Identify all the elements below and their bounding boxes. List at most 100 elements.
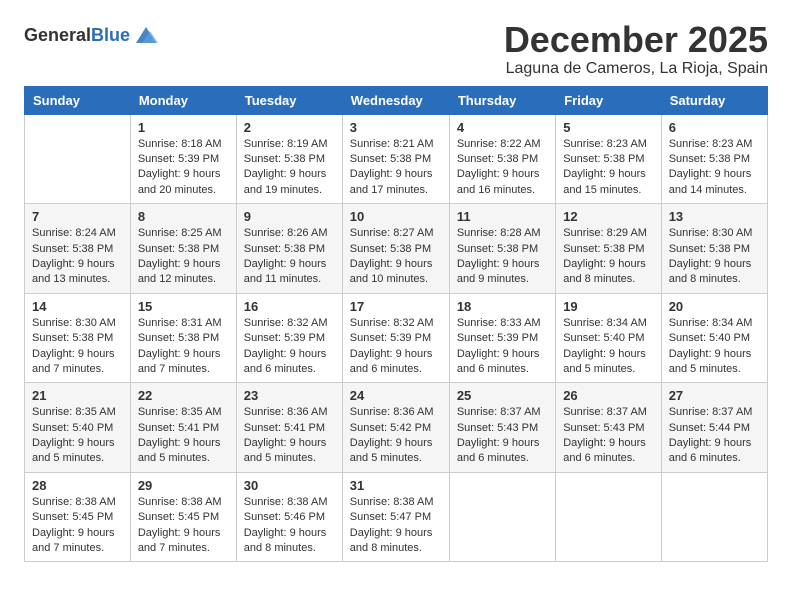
day-number: 10 [350, 209, 442, 224]
calendar-cell: 19 Sunrise: 8:34 AMSunset: 5:40 PMDayligh… [556, 293, 662, 383]
day-number: 11 [457, 209, 548, 224]
cell-info: Sunrise: 8:27 AMSunset: 5:38 PMDaylight:… [350, 226, 442, 288]
cell-info: Sunrise: 8:36 AMSunset: 5:41 PMDaylight:… [244, 405, 335, 467]
day-number: 25 [457, 388, 548, 403]
cell-info: Sunrise: 8:34 AMSunset: 5:40 PMDaylight:… [563, 316, 654, 378]
day-number: 13 [669, 209, 760, 224]
cell-info: Sunrise: 8:26 AMSunset: 5:38 PMDaylight:… [244, 226, 335, 288]
calendar-cell: 22Sunrise: 8:35 AMSunset: 5:41 PMDayligh… [130, 383, 236, 473]
calendar-week-5: 28Sunrise: 8:38 AMSunset: 5:45 PMDayligh… [25, 472, 768, 562]
cell-info: Sunrise: 8:31 AMSunset: 5:38 PMDaylight:… [138, 316, 229, 378]
cell-info: Sunrise: 8:18 AMSunset: 5:39 PMDaylight:… [138, 137, 229, 199]
calendar-cell [449, 472, 555, 562]
cell-info: Sunrise: 8:38 AMSunset: 5:45 PMDaylight:… [138, 495, 229, 557]
month-title: December 2025 [504, 20, 768, 60]
calendar-week-1: 1 Sunrise: 8:18 AMSunset: 5:39 PMDaylight… [25, 114, 768, 204]
day-number: 26 [563, 388, 654, 403]
day-header-wednesday: Wednesday [342, 86, 449, 114]
calendar-cell: 25Sunrise: 8:37 AMSunset: 5:43 PMDayligh… [449, 383, 555, 473]
day-number: 21 [32, 388, 123, 403]
cell-info: Sunrise: 8:36 AMSunset: 5:42 PMDaylight:… [350, 405, 442, 467]
calendar-cell: 31 Sunrise: 8:38 AMSunset: 5:47 PMDayligh… [342, 472, 449, 562]
cell-info: Sunrise: 8:32 AMSunset: 5:39 PMDaylight:… [350, 316, 442, 378]
cell-info: Sunrise: 8:34 AMSunset: 5:40 PMDaylight:… [669, 316, 760, 378]
calendar-cell: 10 Sunrise: 8:27 AMSunset: 5:38 PMDayligh… [342, 204, 449, 294]
calendar-cell: 8 Sunrise: 8:25 AMSunset: 5:38 PMDaylight… [130, 204, 236, 294]
cell-info: Sunrise: 8:25 AMSunset: 5:38 PMDaylight:… [138, 226, 229, 288]
day-number: 24 [350, 388, 442, 403]
cell-info: Sunrise: 8:35 AMSunset: 5:40 PMDaylight:… [32, 405, 123, 467]
calendar-cell: 4 Sunrise: 8:22 AMSunset: 5:38 PMDaylight… [449, 114, 555, 204]
calendar-cell: 1 Sunrise: 8:18 AMSunset: 5:39 PMDaylight… [130, 114, 236, 204]
day-number: 29 [138, 478, 229, 493]
day-number: 4 [457, 120, 548, 135]
day-number: 1 [138, 120, 229, 135]
calendar-cell [556, 472, 662, 562]
cell-info: Sunrise: 8:38 AMSunset: 5:46 PMDaylight:… [244, 495, 335, 557]
logo: GeneralBlue [24, 24, 160, 48]
cell-info: Sunrise: 8:37 AMSunset: 5:43 PMDaylight:… [563, 405, 654, 467]
calendar-cell: 14 Sunrise: 8:30 AMSunset: 5:38 PMDayligh… [25, 293, 131, 383]
logo-general: General [24, 25, 91, 45]
day-number: 16 [244, 299, 335, 314]
logo-icon [132, 24, 160, 48]
calendar-cell: 29 Sunrise: 8:38 AMSunset: 5:45 PMDayligh… [130, 472, 236, 562]
cell-info: Sunrise: 8:19 AMSunset: 5:38 PMDaylight:… [244, 137, 335, 199]
calendar-cell: 15 Sunrise: 8:31 AMSunset: 5:38 PMDayligh… [130, 293, 236, 383]
calendar-cell: 9Sunrise: 8:26 AMSunset: 5:38 PMDaylight… [236, 204, 342, 294]
cell-info: Sunrise: 8:24 AMSunset: 5:38 PMDaylight:… [32, 226, 123, 288]
day-number: 12 [563, 209, 654, 224]
day-header-monday: Monday [130, 86, 236, 114]
calendar-cell: 21 Sunrise: 8:35 AMSunset: 5:40 PMDayligh… [25, 383, 131, 473]
title-block: December 2025 Laguna de Cameros, La Rioj… [504, 20, 768, 78]
calendar-cell: 20 Sunrise: 8:34 AMSunset: 5:40 PMDayligh… [661, 293, 767, 383]
calendar-cell [661, 472, 767, 562]
cell-info: Sunrise: 8:37 AMSunset: 5:44 PMDaylight:… [669, 405, 760, 467]
cell-info: Sunrise: 8:38 AMSunset: 5:47 PMDaylight:… [350, 495, 442, 557]
day-number: 31 [350, 478, 442, 493]
cell-info: Sunrise: 8:22 AMSunset: 5:38 PMDaylight:… [457, 137, 548, 199]
calendar-cell: 11 Sunrise: 8:28 AMSunset: 5:38 PMDayligh… [449, 204, 555, 294]
calendar-cell [25, 114, 131, 204]
day-number: 8 [138, 209, 229, 224]
calendar-cell: 18 Sunrise: 8:33 AMSunset: 5:39 PMDayligh… [449, 293, 555, 383]
cell-info: Sunrise: 8:23 AMSunset: 5:38 PMDaylight:… [563, 137, 654, 199]
calendar-cell: 26 Sunrise: 8:37 AMSunset: 5:43 PMDayligh… [556, 383, 662, 473]
calendar-cell: 2 Sunrise: 8:19 AMSunset: 5:38 PMDaylight… [236, 114, 342, 204]
day-header-friday: Friday [556, 86, 662, 114]
logo-blue: Blue [91, 25, 130, 45]
cell-info: Sunrise: 8:28 AMSunset: 5:38 PMDaylight:… [457, 226, 548, 288]
calendar-cell: 17 Sunrise: 8:32 AMSunset: 5:39 PMDayligh… [342, 293, 449, 383]
day-number: 19 [563, 299, 654, 314]
day-number: 27 [669, 388, 760, 403]
day-number: 7 [32, 209, 123, 224]
calendar-cell: 3Sunrise: 8:21 AMSunset: 5:38 PMDaylight… [342, 114, 449, 204]
cell-info: Sunrise: 8:30 AMSunset: 5:38 PMDaylight:… [32, 316, 123, 378]
calendar-cell: 27 Sunrise: 8:37 AMSunset: 5:44 PMDayligh… [661, 383, 767, 473]
calendar-table: SundayMondayTuesdayWednesdayThursdayFrid… [24, 86, 768, 563]
day-number: 20 [669, 299, 760, 314]
calendar-cell: 12Sunrise: 8:29 AMSunset: 5:38 PMDayligh… [556, 204, 662, 294]
day-number: 23 [244, 388, 335, 403]
cell-info: Sunrise: 8:33 AMSunset: 5:39 PMDaylight:… [457, 316, 548, 378]
calendar-week-4: 21 Sunrise: 8:35 AMSunset: 5:40 PMDayligh… [25, 383, 768, 473]
day-number: 22 [138, 388, 229, 403]
day-number: 3 [350, 120, 442, 135]
day-number: 15 [138, 299, 229, 314]
calendar-cell: 16Sunrise: 8:32 AMSunset: 5:39 PMDayligh… [236, 293, 342, 383]
day-number: 14 [32, 299, 123, 314]
calendar-cell: 28Sunrise: 8:38 AMSunset: 5:45 PMDayligh… [25, 472, 131, 562]
calendar-cell: 23 Sunrise: 8:36 AMSunset: 5:41 PMDayligh… [236, 383, 342, 473]
day-number: 17 [350, 299, 442, 314]
cell-info: Sunrise: 8:38 AMSunset: 5:45 PMDaylight:… [32, 495, 123, 557]
calendar-week-2: 7 Sunrise: 8:24 AMSunset: 5:38 PMDaylight… [25, 204, 768, 294]
day-number: 18 [457, 299, 548, 314]
location-title: Laguna de Cameros, La Rioja, Spain [504, 60, 768, 78]
cell-info: Sunrise: 8:23 AMSunset: 5:38 PMDaylight:… [669, 137, 760, 199]
day-number: 2 [244, 120, 335, 135]
calendar-week-3: 14 Sunrise: 8:30 AMSunset: 5:38 PMDayligh… [25, 293, 768, 383]
day-number: 5 [563, 120, 654, 135]
page-header: GeneralBlue December 2025 Laguna de Came… [24, 20, 768, 78]
calendar-cell: 7 Sunrise: 8:24 AMSunset: 5:38 PMDaylight… [25, 204, 131, 294]
calendar-cell: 6Sunrise: 8:23 AMSunset: 5:38 PMDaylight… [661, 114, 767, 204]
